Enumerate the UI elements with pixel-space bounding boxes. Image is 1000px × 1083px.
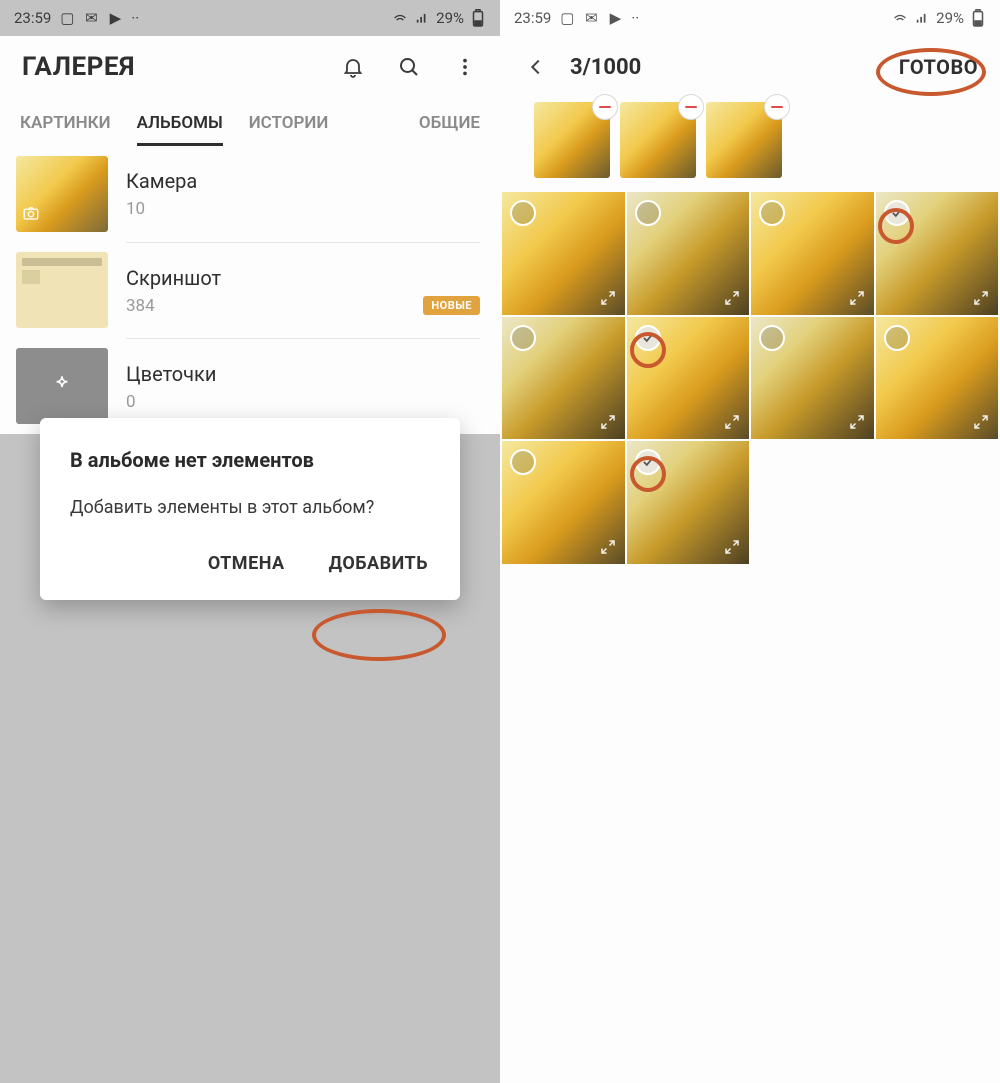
select-toggle[interactable]	[635, 325, 661, 351]
photo-cell[interactable]	[876, 317, 999, 440]
expand-icon[interactable]	[597, 411, 619, 433]
select-toggle[interactable]	[759, 325, 785, 351]
add-button[interactable]: ДОБАВИТЬ	[327, 549, 430, 578]
album-title: Камера	[126, 169, 480, 193]
album-count: 0	[126, 392, 136, 412]
album-thumbnail	[16, 252, 108, 328]
album-thumbnail	[16, 156, 108, 232]
done-button[interactable]: ГОТОВО	[899, 55, 978, 79]
album-title: Цветочки	[126, 362, 480, 386]
expand-icon[interactable]	[597, 536, 619, 558]
expand-icon[interactable]	[970, 287, 992, 309]
tab-pictures[interactable]: КАРТИНКИ	[20, 113, 111, 146]
select-toggle[interactable]	[510, 200, 536, 226]
picker-header: 3/1000 ГОТОВО	[500, 36, 1000, 98]
select-toggle[interactable]	[884, 200, 910, 226]
status-bar: 23:59 ▢ ✉ ▶ ·· 29%	[500, 0, 1000, 36]
remove-icon[interactable]	[592, 94, 618, 120]
more-indicator: ··	[131, 9, 139, 27]
battery-percent: 29%	[936, 9, 964, 27]
new-badge: НОВЫЕ	[423, 296, 480, 315]
search-icon[interactable]	[396, 54, 422, 80]
album-row[interactable]: Камера 10	[0, 146, 500, 242]
gallery-screen: 23:59 ▢ ✉ ▶ ·· 29% ГАЛЕРЕЯ	[0, 0, 500, 1083]
mail-icon: ✉	[83, 10, 99, 26]
select-toggle[interactable]	[884, 325, 910, 351]
signal-icon	[914, 10, 930, 26]
expand-icon[interactable]	[721, 287, 743, 309]
tab-bar: КАРТИНКИ АЛЬБОМЫ ИСТОРИИ ОБЩИЕ	[0, 98, 500, 146]
album-count: 384	[126, 296, 155, 316]
select-toggle[interactable]	[510, 449, 536, 475]
remove-icon[interactable]	[764, 94, 790, 120]
app-title: ГАЛЕРЕЯ	[22, 52, 135, 82]
dialog-body: Добавить элементы в этот альбом?	[70, 494, 430, 521]
picker-screen: 23:59 ▢ ✉ ▶ ·· 29% 3/1000 ГОТОВО	[500, 0, 1000, 1083]
back-button[interactable]	[522, 53, 550, 81]
select-toggle[interactable]	[635, 449, 661, 475]
photo-cell[interactable]	[502, 317, 625, 440]
battery-percent: 29%	[436, 9, 464, 27]
expand-icon[interactable]	[846, 411, 868, 433]
wifi-icon	[392, 10, 408, 26]
album-count: 10	[126, 199, 145, 219]
selected-chip[interactable]	[706, 102, 782, 178]
photo-grid	[500, 192, 1000, 564]
signal-icon	[414, 10, 430, 26]
select-toggle[interactable]	[759, 200, 785, 226]
cancel-button[interactable]: ОТМЕНА	[206, 549, 287, 578]
photo-cell[interactable]	[751, 317, 874, 440]
youtube-icon: ▶	[607, 10, 623, 26]
photo-cell[interactable]	[627, 317, 750, 440]
photo-cell[interactable]	[751, 192, 874, 315]
mail-icon: ✉	[583, 10, 599, 26]
app-header: ГАЛЕРЕЯ	[0, 36, 500, 98]
battery-icon	[470, 10, 486, 26]
tab-shared[interactable]: ОБЩИЕ	[419, 113, 480, 146]
more-indicator: ··	[631, 9, 639, 27]
selected-chip[interactable]	[620, 102, 696, 178]
expand-icon[interactable]	[721, 411, 743, 433]
bell-icon[interactable]	[340, 54, 366, 80]
tab-stories[interactable]: ИСТОРИИ	[249, 113, 329, 146]
image-icon: ▢	[559, 10, 575, 26]
remove-icon[interactable]	[678, 94, 704, 120]
status-time: 23:59	[14, 9, 51, 27]
photo-cell[interactable]	[627, 441, 750, 564]
battery-icon	[970, 10, 986, 26]
status-bar: 23:59 ▢ ✉ ▶ ·· 29%	[0, 0, 500, 36]
youtube-icon: ▶	[107, 10, 123, 26]
select-toggle[interactable]	[635, 200, 661, 226]
expand-icon[interactable]	[597, 287, 619, 309]
photo-cell[interactable]	[502, 192, 625, 315]
photo-cell[interactable]	[502, 441, 625, 564]
status-time: 23:59	[514, 9, 551, 27]
selected-chip[interactable]	[534, 102, 610, 178]
expand-icon[interactable]	[846, 287, 868, 309]
album-list: Камера 10 Скриншот 384 НОВЫЕ	[0, 146, 500, 434]
photo-cell[interactable]	[876, 192, 999, 315]
expand-icon[interactable]	[970, 411, 992, 433]
wifi-icon	[892, 10, 908, 26]
photo-cell[interactable]	[627, 192, 750, 315]
selected-strip	[500, 98, 1000, 192]
album-row[interactable]: Скриншот 384 НОВЫЕ	[0, 242, 500, 338]
empty-album-dialog: В альбоме нет элементов Добавить элемент…	[40, 418, 460, 600]
camera-icon	[22, 204, 40, 226]
expand-icon[interactable]	[721, 536, 743, 558]
image-icon: ▢	[59, 10, 75, 26]
album-thumbnail	[16, 348, 108, 424]
selection-counter: 3/1000	[570, 55, 641, 80]
dialog-title: В альбоме нет элементов	[70, 448, 430, 472]
album-title: Скриншот	[126, 266, 480, 290]
annotation-ellipse	[312, 609, 446, 661]
tab-albums[interactable]: АЛЬБОМЫ	[137, 113, 223, 146]
more-icon[interactable]	[452, 54, 478, 80]
select-toggle[interactable]	[510, 325, 536, 351]
